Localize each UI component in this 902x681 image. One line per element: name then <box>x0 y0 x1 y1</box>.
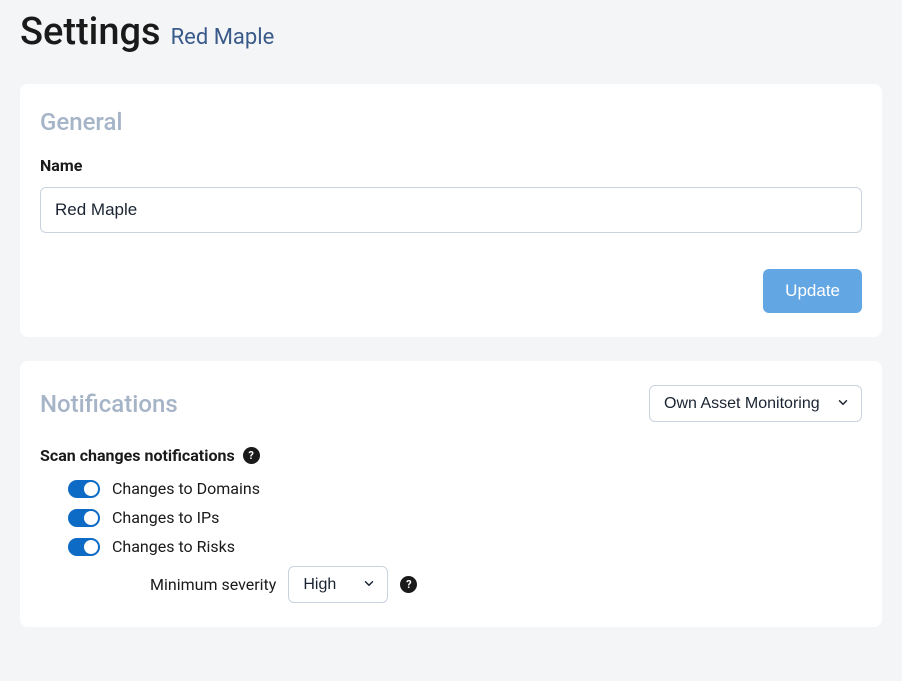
monitoring-select-wrap: Own Asset Monitoring <box>649 385 862 422</box>
monitoring-select[interactable]: Own Asset Monitoring <box>649 385 862 422</box>
general-button-row: Update <box>40 269 862 313</box>
notifications-section-title: Notifications <box>40 390 178 418</box>
severity-row: Minimum severity High ? <box>68 566 862 603</box>
toggle-row-ips: Changes to IPs <box>68 508 862 527</box>
severity-label: Minimum severity <box>150 575 276 594</box>
notifications-card: Notifications Own Asset Monitoring Scan … <box>20 361 882 627</box>
page-header: Settings Red Maple <box>20 10 882 54</box>
toggle-row-domains: Changes to Domains <box>68 479 862 498</box>
severity-select-wrap: High <box>288 566 388 603</box>
toggle-risks-label: Changes to Risks <box>112 537 235 556</box>
general-section-title: General <box>40 108 862 136</box>
severity-select[interactable]: High <box>288 566 388 603</box>
name-label: Name <box>40 156 862 175</box>
name-input[interactable] <box>40 187 862 233</box>
help-icon[interactable]: ? <box>400 576 417 593</box>
page-subtitle: Red Maple <box>171 25 275 50</box>
update-button[interactable]: Update <box>763 269 862 313</box>
scan-changes-heading: Scan changes notifications ? <box>40 446 862 465</box>
general-card: General Name Update <box>20 84 882 337</box>
toggle-domains-label: Changes to Domains <box>112 479 260 498</box>
toggle-domains[interactable] <box>68 480 100 498</box>
scan-changes-label: Scan changes notifications <box>40 446 235 465</box>
toggle-ips[interactable] <box>68 509 100 527</box>
toggle-ips-label: Changes to IPs <box>112 508 219 527</box>
help-icon[interactable]: ? <box>243 447 260 464</box>
toggle-risks[interactable] <box>68 538 100 556</box>
toggle-list: Changes to Domains Changes to IPs Change… <box>40 479 862 603</box>
page-title: Settings <box>20 10 161 54</box>
toggle-row-risks: Changes to Risks <box>68 537 862 556</box>
notifications-header: Notifications Own Asset Monitoring <box>40 385 862 422</box>
